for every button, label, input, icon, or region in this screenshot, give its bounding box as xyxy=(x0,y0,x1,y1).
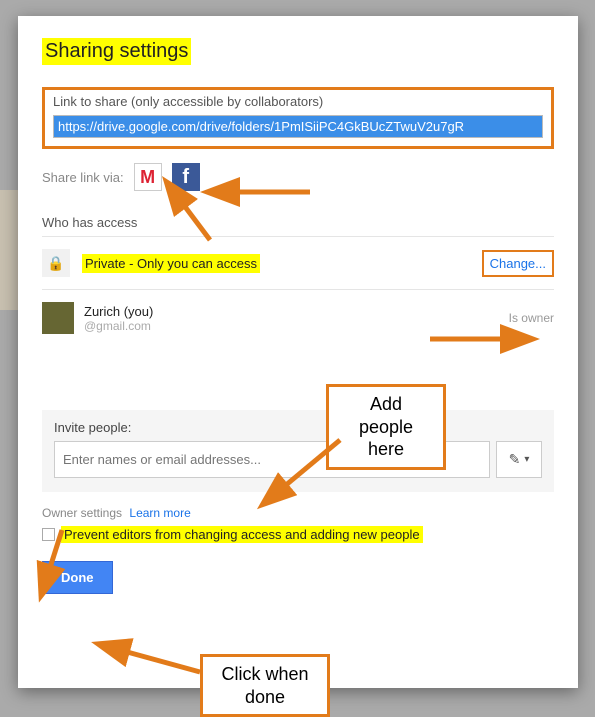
annotation-click-done: Click whendone xyxy=(200,654,330,717)
gmail-icon[interactable]: M xyxy=(134,163,162,191)
owner-row: Zurich (you) @gmail.com Is owner xyxy=(42,290,554,346)
prevent-editors-label: Prevent editors from changing access and… xyxy=(61,526,423,543)
lock-icon: 🔒 xyxy=(42,249,70,277)
prevent-editors-row[interactable]: Prevent editors from changing access and… xyxy=(42,526,554,543)
owner-settings-row: Owner settings Learn more xyxy=(42,506,554,520)
private-label: Private - Only you can access xyxy=(82,254,260,273)
change-access-link[interactable]: Change... xyxy=(482,250,554,277)
prevent-editors-checkbox[interactable] xyxy=(42,528,55,541)
chevron-down-icon: ▾ xyxy=(524,454,529,465)
access-private-row: 🔒 Private - Only you can access Change..… xyxy=(42,237,554,290)
who-has-access-heading: Who has access xyxy=(42,215,554,230)
link-to-share-label: Link to share (only accessible by collab… xyxy=(53,94,543,109)
pencil-icon: ✎ xyxy=(509,451,521,468)
done-button[interactable]: Done xyxy=(42,561,113,594)
background-sliver xyxy=(0,190,18,310)
invite-people-label: Invite people: xyxy=(54,420,542,435)
share-via-label: Share link via: xyxy=(42,170,124,185)
link-to-share-block: Link to share (only accessible by collab… xyxy=(42,87,554,149)
owner-settings-label: Owner settings xyxy=(42,506,122,520)
dialog-title: Sharing settings xyxy=(42,38,554,65)
done-button-label: Done xyxy=(61,570,94,585)
avatar xyxy=(42,302,74,334)
dialog-title-text: Sharing settings xyxy=(42,38,191,65)
invite-people-block: Invite people: ✎ ▾ xyxy=(42,410,554,492)
owner-id-block: Zurich (you) @gmail.com xyxy=(84,304,153,333)
share-link-input[interactable] xyxy=(53,115,543,138)
owner-role: Is owner xyxy=(509,311,554,325)
owner-email: @gmail.com xyxy=(84,319,153,333)
learn-more-link[interactable]: Learn more xyxy=(129,506,190,520)
permission-dropdown-button[interactable]: ✎ ▾ xyxy=(496,441,542,478)
share-link-via-row: Share link via: M f xyxy=(42,163,554,191)
annotation-add-people: Add peoplehere xyxy=(326,384,446,470)
facebook-icon[interactable]: f xyxy=(172,163,200,191)
sharing-settings-dialog: Sharing settings Link to share (only acc… xyxy=(18,16,578,688)
owner-name: Zurich (you) xyxy=(84,304,153,319)
